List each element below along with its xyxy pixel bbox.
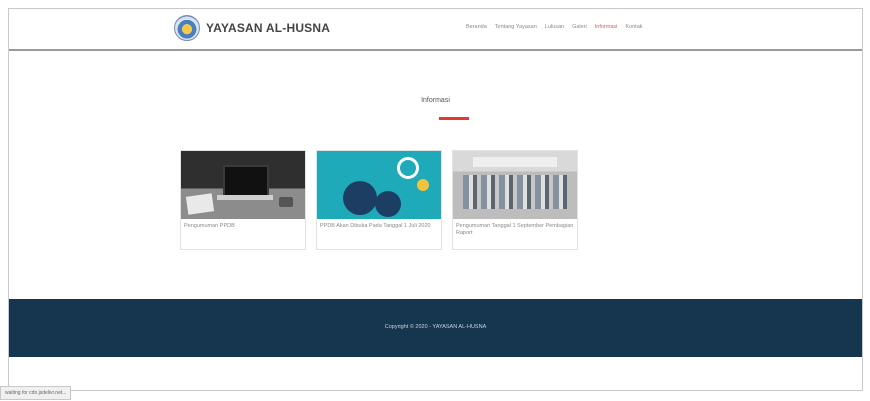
card-caption[interactable]: PPDB Akan Dibuka Pada Tanggal 1 Juli 202… — [317, 219, 441, 230]
yayasan-logo-icon — [174, 15, 200, 41]
crowd — [463, 175, 567, 209]
section-title: Informasi — [421, 97, 450, 104]
nav-item-beranda[interactable]: Beranda — [466, 24, 487, 30]
gears-illustration-image[interactable] — [317, 151, 441, 219]
title-underline — [439, 117, 469, 120]
nav-item-lulusan[interactable]: Lulusan — [545, 24, 564, 30]
laptop-screen — [223, 165, 269, 197]
copyright-text: Copyright © 2020 - YAYASAN AL-HUSNA — [384, 324, 487, 330]
card-caption[interactable]: Pengumuman Tanggal 1 September Pembagian… — [453, 219, 577, 238]
main-menu: Beranda Tentang Yayasan Lulusan Galeri I… — [466, 24, 643, 30]
gear-icon — [375, 191, 401, 217]
phone-object — [279, 197, 293, 207]
paper-sheet — [185, 193, 215, 215]
info-card[interactable]: Pengumuman PPDB — [180, 150, 306, 250]
top-navbar: YAYASAN AL-HUSNA Beranda Tentang Yayasan… — [9, 9, 862, 51]
footer: Copyright © 2020 - YAYASAN AL-HUSNA — [9, 299, 862, 357]
nav-item-galeri[interactable]: Galeri — [572, 24, 587, 30]
stage-banner — [473, 157, 557, 167]
browser-status-bar: waiting for cdn.jsdelivr.net... — [0, 386, 72, 400]
coin-icon — [417, 179, 429, 191]
laptop-base — [217, 195, 273, 200]
ceremony-image[interactable] — [453, 151, 577, 219]
info-card[interactable]: PPDB Akan Dibuka Pada Tanggal 1 Juli 202… — [316, 150, 442, 250]
brand[interactable]: YAYASAN AL-HUSNA — [174, 15, 330, 41]
nav-item-informasi[interactable]: Informasi — [595, 24, 618, 30]
gear-icon — [343, 181, 377, 215]
brand-name: YAYASAN AL-HUSNA — [206, 21, 331, 35]
gear-outline-icon — [397, 157, 419, 179]
browser-viewport: YAYASAN AL-HUSNA Beranda Tentang Yayasan… — [8, 8, 863, 391]
card-caption[interactable]: Pengumuman PPDB — [181, 219, 305, 230]
laptop-desk-image[interactable] — [181, 151, 305, 219]
info-card[interactable]: Pengumuman Tanggal 1 September Pembagian… — [452, 150, 578, 250]
nav-item-tentang-yayasan[interactable]: Tentang Yayasan — [495, 24, 537, 30]
info-card-list: Pengumuman PPDB PPDB Akan Dibuka Pada Ta… — [180, 150, 578, 250]
nav-item-kontak[interactable]: Kontak — [625, 24, 642, 30]
